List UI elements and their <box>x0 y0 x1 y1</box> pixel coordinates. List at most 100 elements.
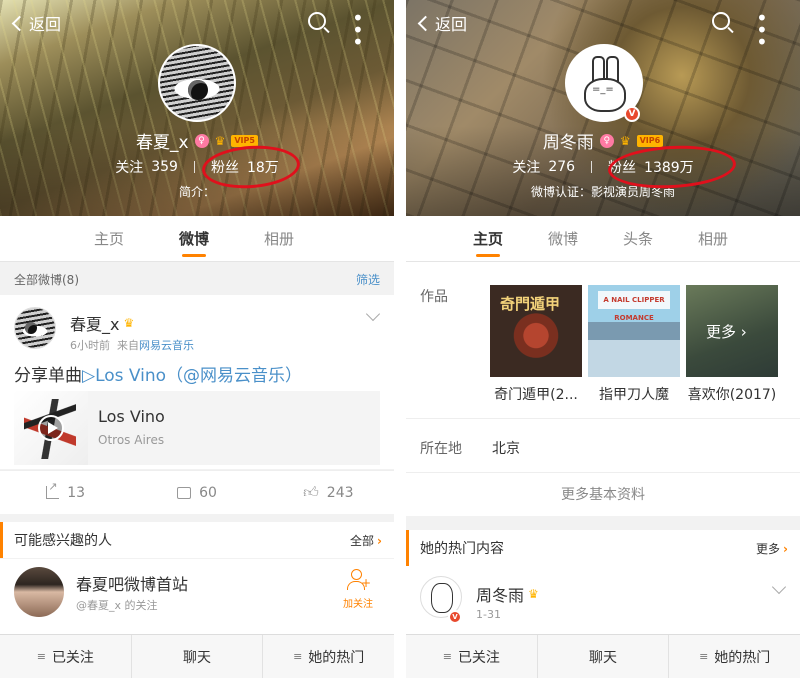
vip-badge[interactable]: VIP6 <box>636 134 664 147</box>
all-weibo-count: 全部微博(8) <box>14 272 79 287</box>
tab-headlines[interactable]: 头条 <box>623 216 653 261</box>
recommend-user[interactable]: 春夏吧微博首站 @春夏_x 的关注 + 加关注 <box>0 559 394 634</box>
back-label: 返回 <box>435 15 468 34</box>
menu-icon: ≡ <box>293 650 303 663</box>
work-title-2[interactable]: 指甲刀人魔 <box>585 384 683 404</box>
more-works-label: 更多 › <box>706 323 747 341</box>
crown-icon: ♛ <box>528 587 539 601</box>
following-count[interactable]: 359 <box>151 159 178 175</box>
hot-post[interactable]: V 周冬雨 ♛ 1-31 <box>406 566 800 634</box>
post-author[interactable]: 周冬雨 ♛ <box>476 582 539 606</box>
tab-album[interactable]: 相册 <box>264 216 294 261</box>
followed-button[interactable]: ≡ 已关注 <box>0 635 132 678</box>
bottom-action-bar: ≡ 已关注 聊天 ≡ 她的热门 <box>406 634 800 678</box>
her-hot-button[interactable]: ≡ 她的热门 <box>263 635 394 678</box>
profile-tabs: 主页 微博 相册 <box>0 216 394 262</box>
mention-wrap: （@网易云音乐） <box>166 366 302 386</box>
chat-button[interactable]: 聊天 <box>132 635 264 678</box>
recommend-sub: @春夏_x 的关注 <box>76 599 158 612</box>
recommend-avatar[interactable] <box>14 567 64 617</box>
profile-cover: 返回 • • • V 周冬雨 ♀ ♛ VIP6 关注 276 粉丝 1389万 … <box>406 0 800 216</box>
crown-icon: ♛ <box>214 133 226 148</box>
profile-name-row: 周冬雨 ♀ ♛ VIP6 <box>406 128 800 153</box>
menu-icon: ≡ <box>699 650 709 663</box>
profile-name-row: 春夏_x ♀ ♛ VIP5 <box>0 128 394 153</box>
chevron-right-icon: › <box>783 541 788 556</box>
verification-text: 微博认证：影视演员周冬雨 <box>530 185 675 199</box>
share-button[interactable]: 13 <box>0 471 131 514</box>
tab-weibo[interactable]: 微博 <box>179 216 209 261</box>
more-icon[interactable]: • • • <box>756 8 782 52</box>
share-icon <box>46 480 60 499</box>
following-count[interactable]: 276 <box>548 159 575 175</box>
recommend-all-link[interactable]: 全部 › <box>350 532 382 549</box>
work-cover-more[interactable]: 更多 › <box>686 285 778 377</box>
rabbit-avatar-image <box>431 583 453 613</box>
chevron-left-icon <box>417 15 434 31</box>
work-title-3[interactable]: 喜欢你(2017) <box>683 384 781 404</box>
her-hot-button[interactable]: ≡ 她的热门 <box>669 635 800 678</box>
stats-divider <box>193 161 195 173</box>
add-user-icon: + <box>347 569 371 591</box>
menu-icon: ≡ <box>36 650 46 663</box>
music-artist: Otros Aires <box>98 433 165 447</box>
play-icon[interactable] <box>38 415 64 441</box>
post-author-name[interactable]: 春夏_x <box>70 311 119 335</box>
more-basic-info-link[interactable]: 更多基本资料 <box>406 484 800 504</box>
music-title: Los Vino <box>98 407 165 426</box>
tab-weibo[interactable]: 微博 <box>548 216 578 261</box>
tab-home[interactable]: 主页 <box>473 216 503 261</box>
chat-button[interactable]: 聊天 <box>538 635 670 678</box>
add-follow-label: 加关注 <box>343 599 373 610</box>
work-title-1[interactable]: 奇门遁甲(2... <box>487 384 585 404</box>
post-date: 1-31 <box>476 608 501 621</box>
verified-icon: V <box>448 610 462 624</box>
location-label: 所在地 <box>420 441 462 457</box>
post-avatar-image <box>15 308 55 348</box>
post-author[interactable]: 春夏_x ♛ <box>70 311 134 335</box>
post-avatar[interactable] <box>14 307 56 349</box>
recommend-name[interactable]: 春夏吧微博首站 <box>76 571 188 595</box>
filter-button[interactable]: 筛选 <box>356 271 380 288</box>
chevron-down-icon[interactable] <box>365 306 381 322</box>
chevron-down-icon[interactable] <box>771 579 787 595</box>
her-hot-label: 她的热门 <box>308 649 365 666</box>
mention-link[interactable]: （@网易云音乐） <box>166 366 302 386</box>
following-label[interactable]: 关注 <box>115 157 143 177</box>
right-profile-screen: 返回 • • • V 周冬雨 ♀ ♛ VIP6 关注 276 粉丝 1389万 … <box>406 0 800 678</box>
following-label[interactable]: 关注 <box>512 157 540 177</box>
back-label: 返回 <box>29 15 62 34</box>
hot-content-header: 她的热门内容 更多 › <box>406 530 800 566</box>
post-source-link[interactable]: 网易云音乐 <box>139 339 194 352</box>
tab-home[interactable]: 主页 <box>94 216 124 261</box>
search-icon[interactable] <box>308 12 326 30</box>
back-button[interactable]: 返回 <box>10 10 61 36</box>
recommend-all-label: 全部 <box>350 533 375 548</box>
post-meta: 6小时前 来自网易云音乐 <box>70 337 194 353</box>
vip-badge[interactable]: VIP5 <box>231 134 258 147</box>
weibo-post: 春夏_x ♛ 6小时前 来自网易云音乐 分享单曲▷Los Vino（@网易云音乐… <box>0 295 394 469</box>
her-hot-label: 她的热门 <box>714 649 771 666</box>
add-follow-button[interactable]: + 加关注 <box>336 569 380 610</box>
more-icon[interactable]: • • • <box>352 8 378 52</box>
song-link[interactable]: ▷Los Vino <box>82 366 166 386</box>
post-text: 分享单曲▷Los Vino（@网易云音乐） <box>14 361 302 386</box>
tab-album[interactable]: 相册 <box>698 216 728 261</box>
followed-label: 已关注 <box>457 649 500 666</box>
comment-button[interactable]: 60 <box>131 471 262 514</box>
music-card[interactable]: Los Vino Otros Aires <box>14 391 380 465</box>
divider <box>406 418 800 419</box>
followed-button[interactable]: ≡ 已关注 <box>406 635 538 678</box>
post-author-name[interactable]: 周冬雨 <box>476 582 524 606</box>
filter-bar: 全部微博(8) 筛选 <box>0 263 394 295</box>
search-icon[interactable] <box>712 12 730 30</box>
hot-more-link[interactable]: 更多 › <box>756 540 788 557</box>
like-button[interactable]: 👍︎ 243 <box>263 471 394 514</box>
work-cover-2[interactable]: A NAIL CLIPPER ROMANCE <box>588 285 680 377</box>
avatar[interactable] <box>158 44 236 122</box>
profile-name: 春夏_x <box>136 133 189 153</box>
back-button[interactable]: 返回 <box>416 10 467 36</box>
chevron-left-icon <box>11 15 28 31</box>
music-cover <box>14 391 88 465</box>
work-cover-1[interactable]: 奇門遁甲 <box>490 285 582 377</box>
